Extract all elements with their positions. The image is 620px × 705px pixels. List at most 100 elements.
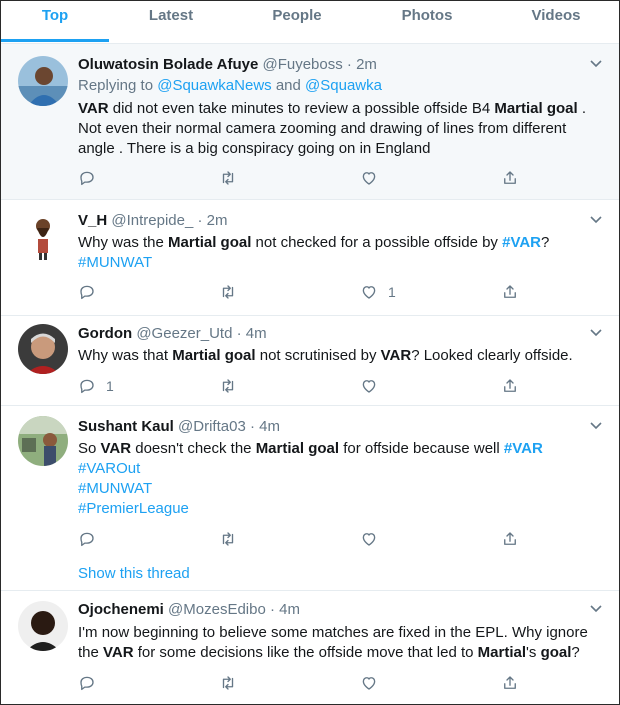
- text-segment: not checked for a possible offside by: [251, 234, 503, 251]
- tweet-actions: [78, 529, 518, 549]
- text-segment: doesn't check the: [131, 440, 256, 457]
- retweet-button[interactable]: [219, 673, 237, 693]
- avatar[interactable]: [18, 324, 68, 374]
- hashtag-link[interactable]: #VAR: [504, 440, 543, 457]
- tweet-header: V_H @Intrepide_ · 2m: [78, 212, 228, 229]
- user-handle[interactable]: @MozesEdibo: [168, 601, 266, 618]
- reply-button[interactable]: [78, 529, 96, 549]
- text-segment: did not even take minutes to review a po…: [108, 100, 495, 117]
- hashtag-link[interactable]: #MUNWAT: [78, 480, 152, 497]
- tweet-header: Ojochenemi @MozesEdibo · 4m: [78, 601, 300, 618]
- chevron-down-icon[interactable]: [589, 56, 603, 70]
- tweet-text: Why was the Martial goal not checked for…: [78, 233, 606, 273]
- share-icon: [504, 532, 516, 545]
- like-button[interactable]: [360, 376, 378, 396]
- chevron-down-icon[interactable]: [589, 418, 603, 432]
- highlight-term: Martial: [477, 644, 527, 661]
- tweet-item[interactable]: Oluwatosin Bolade Afuye @Fuyeboss · 2m R…: [1, 44, 619, 200]
- timestamp[interactable]: 4m: [259, 418, 280, 435]
- user-name[interactable]: Ojochenemi: [78, 601, 164, 618]
- reply-icon: [80, 532, 94, 547]
- share-button[interactable]: [501, 376, 519, 396]
- user-name[interactable]: V_H: [78, 212, 107, 229]
- timestamp[interactable]: 4m: [279, 601, 300, 618]
- avatar[interactable]: [18, 212, 68, 262]
- heart-icon: [362, 172, 376, 185]
- timestamp[interactable]: 2m: [207, 212, 228, 229]
- tweet-item[interactable]: Sushant Kaul @Drifta03 · 4m So VAR doesn…: [1, 406, 619, 591]
- highlight-term: Martial goal: [172, 347, 256, 364]
- text-segment: So: [78, 440, 101, 457]
- like-button[interactable]: 1: [360, 282, 396, 302]
- tweet-header: Gordon @Geezer_Utd · 4m: [78, 325, 267, 342]
- tweet-item[interactable]: Gordon @Geezer_Utd · 4m Why was that Mar…: [1, 316, 619, 406]
- tweet-actions: [78, 168, 518, 188]
- timestamp[interactable]: 2m: [356, 56, 377, 73]
- reply-button[interactable]: [78, 168, 96, 188]
- reply-button[interactable]: [78, 282, 96, 302]
- retweet-button[interactable]: [219, 376, 237, 396]
- tab-latest[interactable]: Latest: [109, 1, 233, 41]
- avatar[interactable]: [18, 601, 68, 651]
- show-thread-link[interactable]: Show this thread: [78, 565, 190, 582]
- reply-icon: [80, 285, 94, 300]
- tweet-header: Oluwatosin Bolade Afuye @Fuyeboss · 2m: [78, 56, 377, 73]
- tweet-actions: [78, 673, 518, 693]
- reply-icon: [80, 379, 94, 394]
- retweet-icon: [222, 532, 234, 546]
- share-button[interactable]: [501, 673, 519, 693]
- tweet-actions: 1: [78, 376, 518, 396]
- share-button[interactable]: [501, 529, 519, 549]
- tweet-text: I'm now beginning to believe some matche…: [78, 623, 606, 663]
- tweet-item[interactable]: V_H @Intrepide_ · 2m Why was the Martial…: [1, 200, 619, 316]
- reply-button[interactable]: 1: [78, 376, 114, 396]
- avatar[interactable]: [18, 56, 68, 106]
- reply-button[interactable]: [78, 673, 96, 693]
- like-count: 1: [388, 284, 396, 300]
- user-handle[interactable]: @Fuyeboss: [262, 56, 342, 73]
- like-button[interactable]: [360, 168, 378, 188]
- reply-count: 1: [106, 378, 114, 394]
- replying-to: Replying to @SquawkaNews and @Squawka: [78, 77, 382, 94]
- separator-dot: ·: [269, 601, 275, 618]
- hashtag-link[interactable]: #VAROut: [78, 460, 140, 477]
- retweet-button[interactable]: [219, 529, 237, 549]
- hashtag-link[interactable]: #MUNWAT: [78, 254, 152, 271]
- retweet-button[interactable]: [219, 282, 237, 302]
- user-name[interactable]: Oluwatosin Bolade Afuye: [78, 56, 258, 73]
- avatar[interactable]: [18, 416, 68, 466]
- highlight-term: VAR: [100, 440, 132, 457]
- like-button[interactable]: [360, 673, 378, 693]
- tab-photos[interactable]: Photos: [361, 1, 493, 41]
- user-name[interactable]: Gordon: [78, 325, 132, 342]
- mention-link[interactable]: @Squawka: [305, 77, 382, 94]
- chevron-down-icon[interactable]: [589, 601, 603, 615]
- text-segment: Why was the: [78, 234, 169, 251]
- user-handle[interactable]: @Drifta03: [178, 418, 246, 435]
- user-handle[interactable]: @Geezer_Utd: [136, 325, 232, 342]
- tab-top[interactable]: Top: [1, 1, 109, 42]
- tweet-item[interactable]: Ojochenemi @MozesEdibo · 4m I'm now begi…: [1, 591, 619, 704]
- hashtag-link[interactable]: #PremierLeague: [78, 500, 189, 517]
- share-button[interactable]: [501, 282, 519, 302]
- timestamp[interactable]: 4m: [246, 325, 267, 342]
- user-name[interactable]: Sushant Kaul: [78, 418, 174, 435]
- retweet-icon: [222, 676, 234, 690]
- chevron-down-icon[interactable]: [589, 325, 603, 339]
- chevron-down-icon[interactable]: [589, 212, 603, 226]
- retweet-icon: [222, 285, 234, 299]
- replying-to-label: Replying to: [78, 77, 158, 94]
- like-button[interactable]: [360, 529, 378, 549]
- highlight-term: Martial goal: [168, 234, 252, 251]
- share-icon: [504, 379, 516, 392]
- share-button[interactable]: [501, 168, 519, 188]
- hashtag-link[interactable]: #VAR: [502, 234, 541, 251]
- mention-link[interactable]: @SquawkaNews: [157, 77, 271, 94]
- heart-icon: [362, 380, 376, 393]
- heart-icon: [362, 677, 376, 690]
- tab-videos[interactable]: Videos: [493, 1, 619, 41]
- tweet-text: VAR did not even take minutes to review …: [78, 99, 606, 159]
- retweet-button[interactable]: [219, 168, 237, 188]
- tab-people[interactable]: People: [233, 1, 361, 41]
- user-handle[interactable]: @Intrepide_: [111, 212, 193, 229]
